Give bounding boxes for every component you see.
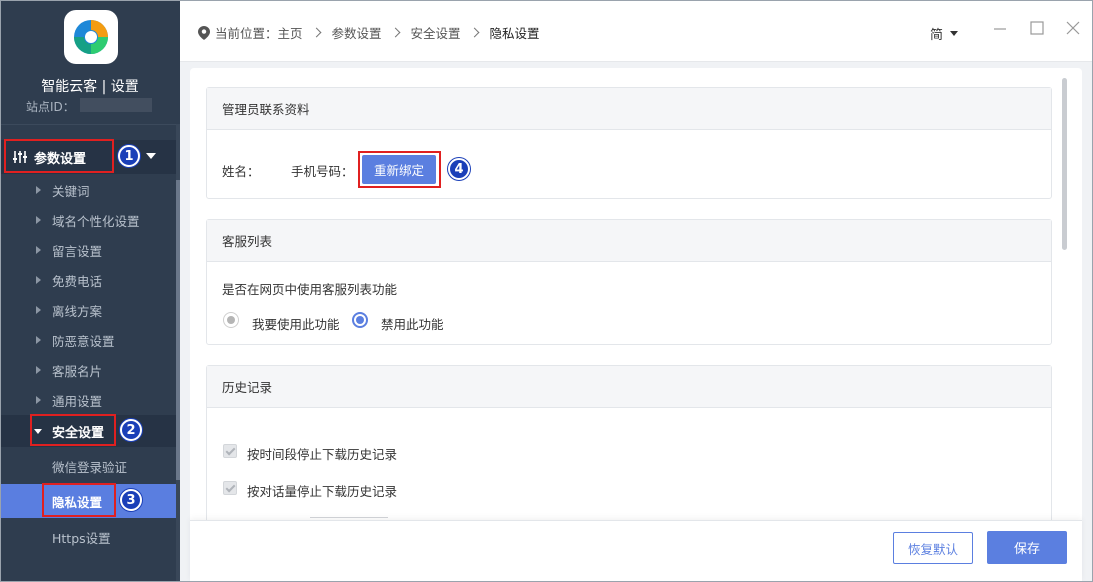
top-bar: 当前位置：主页 参数设置 安全设置 隐私设置 简 [180,0,1093,62]
sidebar-group-security[interactable]: 安全设置 [0,415,176,447]
sidebar-item-anti-malicious[interactable]: 防恶意设置 [0,325,176,355]
chevron-right-icon [36,396,41,404]
chevron-right-icon [36,246,41,254]
sidebar-item-label: 通用设置 [52,393,103,409]
sidebar-item-general[interactable]: 通用设置 [0,385,176,415]
sidebar-group-param-settings[interactable]: 参数设置 [0,140,176,174]
caret-down-icon [950,31,959,36]
sidebar-item-offline[interactable]: 离线方案 [0,295,176,325]
radio-disable-label[interactable]: 禁用此功能 [381,314,444,333]
checkbox-stop-by-time[interactable] [223,444,237,458]
card-title: 客服列表 [207,220,1051,262]
chevron-right-icon [390,27,400,38]
chevron-right-icon [36,306,41,314]
chevron-right-icon [36,336,41,344]
sidebar-item-label: 隐私设置 [52,494,103,510]
radio-disable[interactable] [352,312,368,328]
sidebar-item-label: 客服名片 [52,363,103,379]
admin-contact-card: 管理员联系资料 [206,87,1052,199]
sidebar-item-https[interactable]: Https设置 [0,520,176,554]
sidebar-item-label: 防恶意设置 [52,333,115,349]
breadcrumb-item-current: 隐私设置 [489,26,540,41]
step-marker: 2 [120,419,142,441]
sidebar-item-label: 微信登录验证 [52,459,128,475]
sidebar-item-domain[interactable]: 域名个性化设置 [0,205,176,235]
app-title: 智能云客 | 设置 [41,79,139,95]
chevron-right-icon [36,276,41,284]
chevron-right-icon [36,216,41,224]
phone-label: 手机号码： [291,164,354,179]
language-label: 简 [930,28,944,43]
sidebar-item-label: 关键词 [52,183,90,199]
name-label: 姓名： [222,164,260,179]
chevron-right-icon [36,366,41,374]
sidebar-item-free-call[interactable]: 免费电话 [0,265,176,295]
breadcrumb: 当前位置：主页 参数设置 安全设置 隐私设置 [198,23,540,42]
app-logo [64,10,118,64]
site-id-label: 站点ID： [26,100,75,114]
sidebar-item-keywords[interactable]: 关键词 [0,175,176,205]
checkbox-stop-by-time-label[interactable]: 按时间段停止下载历史记录 [247,444,397,463]
sidebar-item-label: 留言设置 [52,243,103,259]
sidebar-item-label: Https设置 [52,530,111,546]
card-title: 管理员联系资料 [207,88,1051,130]
step-marker: 1 [118,145,140,167]
caret-down-icon [34,428,42,434]
step-marker: 4 [448,158,470,180]
radio-enable[interactable] [223,312,239,328]
breadcrumb-item-param[interactable]: 参数设置 [332,23,382,42]
restore-default-button[interactable]: 恢复默认 [893,532,973,564]
close-icon[interactable] [1065,20,1081,36]
nav-divider [0,124,176,125]
breadcrumb-item-security[interactable]: 安全设置 [411,23,461,42]
sidebar-item-label: 免费电话 [52,273,103,289]
site-id-value-redacted [80,98,152,112]
chevron-right-icon [311,27,321,38]
minimize-icon[interactable] [992,20,1008,36]
sidebar-item-label: 离线方案 [52,303,103,319]
chevron-right-icon [36,186,41,194]
service-list-question: 是否在网页中使用客服列表功能 [222,282,398,297]
chevron-right-icon [469,27,479,38]
rebind-button[interactable]: 重新绑定 [362,155,436,184]
sidebar-scrollbar-thumb[interactable] [176,180,180,480]
content-scrollbar-thumb[interactable] [1062,78,1067,250]
sidebar-item-privacy[interactable]: 隐私设置 [0,484,176,518]
sidebar: 智能云客 | 设置 站点ID： 参数设置 关键词 域名个性化设置 留言设置 免费… [0,0,180,582]
maximize-icon[interactable] [1029,20,1045,36]
sidebar-item-message[interactable]: 留言设置 [0,235,176,265]
checkbox-stop-by-count-label[interactable]: 按对话量停止下载历史记录 [247,481,397,500]
sidebar-group-label: 参数设置 [34,151,87,167]
location-pin-icon [198,25,210,40]
chevron-down-icon[interactable] [146,153,156,159]
sidebar-item-wechat-login[interactable]: 微信登录验证 [0,449,176,483]
radio-enable-label[interactable]: 我要使用此功能 [252,314,340,333]
sidebar-group-label: 安全设置 [52,425,105,441]
card-title: 历史记录 [207,366,1051,408]
sliders-icon [13,151,27,163]
breadcrumb-item-home[interactable]: 当前位置：主页 [215,23,303,42]
logo-icon [74,20,108,54]
sidebar-item-service-card[interactable]: 客服名片 [0,355,176,385]
save-button[interactable]: 保存 [987,531,1067,564]
sidebar-item-label: 域名个性化设置 [52,213,140,229]
step-marker: 3 [120,489,142,511]
language-selector[interactable]: 简 [930,24,959,43]
checkbox-stop-by-count[interactable] [223,481,237,495]
